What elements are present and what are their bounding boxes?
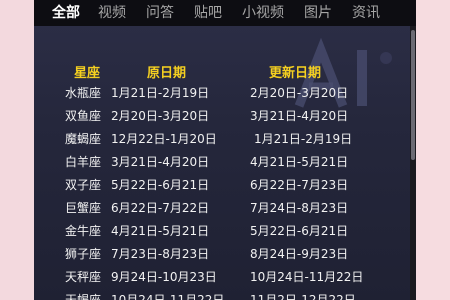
table-row: 双鱼座 2月20日-3月20日 3月21日-4月20日 [34,107,410,127]
table-row: 魔蝎座 12月22日-1月20日 1月21日-2月19日 [34,130,410,150]
cell-original: 10月24日-11月22日 [111,293,225,300]
cell-original: 2月20日-3月20日 [111,109,210,123]
cell-sign: 水瓶座 [65,86,102,100]
cell-sign: 巨蟹座 [65,201,102,215]
cell-updated: 2月20日-3月20日 [250,86,349,100]
table-row: 水瓶座 1月21日-2月19日 2月20日-3月20日 [34,84,410,104]
tab-all[interactable]: 全部 [52,5,80,21]
cell-updated: 11月2日-12月22日 [250,293,356,300]
tab-news[interactable]: 资讯 [352,5,380,21]
phone-screen: 全部 视频 问答 贴吧 小视频 图片 资讯 星座 原日期 更新日期 水瓶座 1月… [34,0,416,300]
cell-sign: 金牛座 [65,224,102,238]
cell-updated: 1月21日-2月19日 [254,132,353,146]
cell-original: 1月21日-2月19日 [111,86,210,100]
scrollbar-thumb[interactable] [411,30,415,160]
header-sign: 星座 [74,66,101,81]
tab-video[interactable]: 视频 [98,5,126,21]
zodiac-table-card: 星座 原日期 更新日期 水瓶座 1月21日-2月19日 2月20日-3月20日 … [34,26,410,300]
table-row: 狮子座 7月23日-8月23日 8月24日-9月23日 [34,245,410,265]
frame-left [0,0,34,300]
table-header: 星座 原日期 更新日期 [34,62,410,82]
table-row: 天秤座 9月24日-10月23日 10月24日-11月22日 [34,268,410,288]
cell-original: 5月22日-6月21日 [111,178,210,192]
header-updated-date: 更新日期 [269,66,322,81]
header-original-date: 原日期 [147,66,187,81]
cell-updated: 3月21日-4月20日 [250,109,349,123]
cell-original: 4月21日-5月21日 [111,224,210,238]
table-row: 巨蟹座 6月22日-7月22日 7月24日-8月23日 [34,199,410,219]
table-row: 金牛座 4月21日-5月21日 5月22日-6月21日 [34,222,410,242]
cell-original: 9月24日-10月23日 [111,270,217,284]
cell-original: 6月22日-7月22日 [111,201,210,215]
cell-original: 7月23日-8月23日 [111,247,210,261]
cell-updated: 10月24日-11月22日 [250,270,364,284]
cell-sign: 魔蝎座 [65,132,102,146]
cell-original: 12月22日-1月20日 [111,132,217,146]
cell-updated: 8月24日-9月23日 [250,247,349,261]
cell-original: 3月21日-4月20日 [111,155,210,169]
cell-updated: 5月22日-6月21日 [250,224,349,238]
tab-images[interactable]: 图片 [304,5,332,21]
cell-updated: 6月22日-7月23日 [250,178,349,192]
cell-sign: 双鱼座 [65,109,102,123]
cell-sign: 天秤座 [65,270,102,284]
cell-sign: 狮子座 [65,247,102,261]
table-row: 双子座 5月22日-6月21日 6月22日-7月23日 [34,176,410,196]
tab-tieba[interactable]: 贴吧 [194,5,222,21]
cell-sign: 双子座 [65,178,102,192]
search-tabs: 全部 视频 问答 贴吧 小视频 图片 资讯 [34,0,416,26]
frame-right [416,0,450,300]
scrollbar[interactable] [410,26,416,300]
cell-sign: 白羊座 [65,155,102,169]
table-row: 天蝎座 10月24日-11月22日 11月2日-12月22日 [34,291,410,300]
tab-qa[interactable]: 问答 [146,5,174,21]
table-row: 白羊座 3月21日-4月20日 4月21日-5月21日 [34,153,410,173]
cell-updated: 4月21日-5月21日 [250,155,349,169]
cell-updated: 7月24日-8月23日 [250,201,349,215]
tab-short-video[interactable]: 小视频 [242,5,284,21]
cell-sign: 天蝎座 [65,293,102,300]
